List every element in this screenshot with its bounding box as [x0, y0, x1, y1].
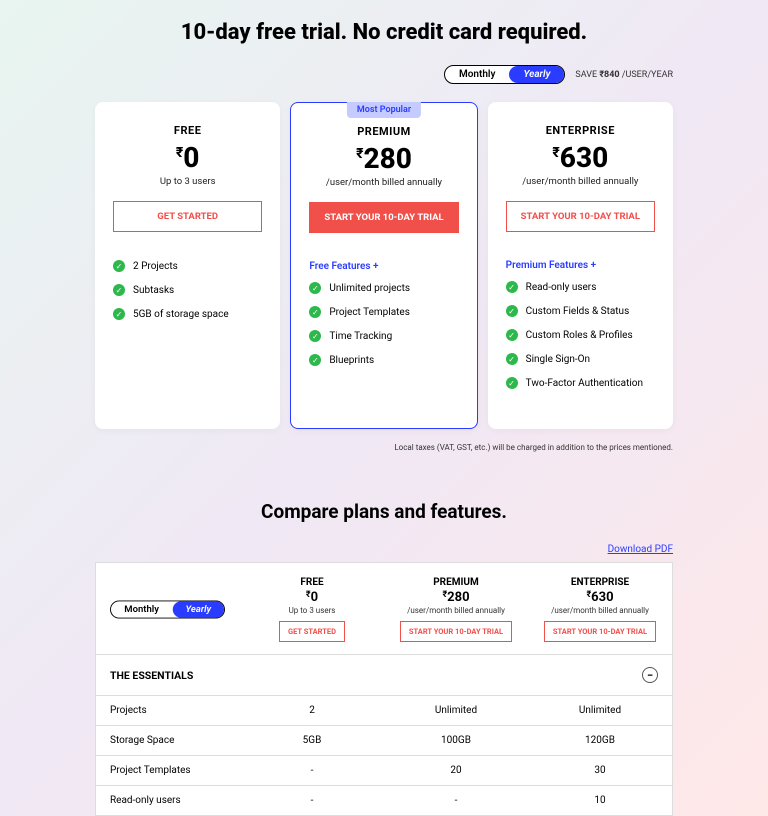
feature-item: ✓ Project Templates [309, 306, 458, 318]
toggle-monthly[interactable]: Monthly [111, 601, 172, 617]
plan-card-free: FREE ₹0 Up to 3 users GET STARTED ✓ 2 Pro… [95, 102, 280, 429]
table-cell: - [240, 756, 384, 785]
page-title: 10-day free trial. No credit card requir… [0, 20, 768, 45]
feature-item: ✓ Custom Roles & Profiles [506, 329, 655, 341]
table-cell: - [240, 786, 384, 815]
feature-item: ✓ Single Sign-On [506, 353, 655, 365]
table-cell: - [384, 786, 528, 815]
table-cell: Storage Space [96, 726, 240, 755]
check-icon: ✓ [506, 377, 518, 389]
check-icon: ✓ [113, 284, 125, 296]
plan-name: PREMIUM [309, 125, 458, 138]
save-label: SAVE ₹840 /USER/YEAR [575, 70, 673, 80]
compare-title: Compare plans and features. [0, 500, 768, 523]
plan-price: ₹630 [506, 141, 655, 174]
cmp-name: FREE [248, 577, 376, 588]
table-cell: 20 [384, 756, 528, 785]
feature-item: ✓ 2 Projects [113, 260, 262, 272]
table-cell: 120GB [528, 726, 672, 755]
table-cell: Unlimited [528, 696, 672, 725]
popular-badge: Most Popular [347, 102, 421, 118]
start-trial-button[interactable]: START YOUR 10-DAY TRIAL [309, 202, 458, 233]
table-row: Storage Space5GB100GB120GB [96, 726, 672, 756]
feature-item: ✓ Unlimited projects [309, 282, 458, 294]
get-started-button[interactable]: GET STARTED [279, 621, 345, 642]
start-trial-button[interactable]: START YOUR 10-DAY TRIAL [544, 621, 656, 642]
feature-item: ✓ Subtasks [113, 284, 262, 296]
check-icon: ✓ [506, 329, 518, 341]
feature-text: Blueprints [329, 355, 374, 366]
feature-text: Project Templates [329, 307, 410, 318]
section-label: THE ESSENTIALS [110, 669, 193, 682]
cmp-sub: /user/month billed annually [392, 606, 520, 615]
feature-item: ✓ Two-Factor Authentication [506, 377, 655, 389]
toggle-yearly[interactable]: Yearly [509, 66, 564, 83]
feature-text: Subtasks [133, 285, 174, 296]
feature-header: Free Features + [309, 261, 458, 272]
feature-text: Two-Factor Authentication [526, 378, 643, 389]
table-row: Projects2UnlimitedUnlimited [96, 696, 672, 726]
plan-price: ₹280 [309, 142, 458, 175]
feature-header: Premium Features + [506, 260, 655, 271]
feature-text: Unlimited projects [329, 283, 410, 294]
feature-item: ✓ Time Tracking [309, 330, 458, 342]
check-icon: ✓ [113, 260, 125, 272]
table-cell: Projects [96, 696, 240, 725]
check-icon: ✓ [506, 353, 518, 365]
table-cell: Project Templates [96, 756, 240, 785]
compare-billing-toggle[interactable]: Monthly Yearly [110, 600, 225, 618]
cmp-price: ₹280 [392, 590, 520, 605]
plan-sub: Up to 3 users [113, 176, 262, 187]
table-cell: 10 [528, 786, 672, 815]
cmp-sub: Up to 3 users [248, 606, 376, 615]
check-icon: ✓ [506, 305, 518, 317]
collapse-icon[interactable]: − [642, 667, 658, 683]
feature-text: Read-only users [526, 282, 597, 293]
plan-name: ENTERPRISE [506, 124, 655, 137]
check-icon: ✓ [309, 330, 321, 342]
feature-item: ✓ 5GB of storage space [113, 308, 262, 320]
check-icon: ✓ [113, 308, 125, 320]
start-trial-button[interactable]: START YOUR 10-DAY TRIAL [506, 201, 655, 232]
plan-price: ₹0 [113, 141, 262, 174]
table-cell: 100GB [384, 726, 528, 755]
feature-text: Custom Roles & Profiles [526, 330, 633, 341]
plan-sub: /user/month billed annually [506, 176, 655, 187]
feature-text: Single Sign-On [526, 354, 590, 365]
download-pdf-link[interactable]: Download PDF [608, 544, 673, 555]
table-cell: 2 [240, 696, 384, 725]
check-icon: ✓ [309, 306, 321, 318]
table-cell: Read-only users [96, 786, 240, 815]
billing-toggle[interactable]: Monthly Yearly [444, 65, 565, 84]
toggle-monthly[interactable]: Monthly [445, 66, 510, 83]
cmp-name: ENTERPRISE [536, 577, 664, 588]
table-row: Read-only users--10 [96, 786, 672, 816]
cmp-name: PREMIUM [392, 577, 520, 588]
feature-text: 5GB of storage space [133, 309, 229, 320]
table-cell: Unlimited [384, 696, 528, 725]
feature-text: Custom Fields & Status [526, 306, 630, 317]
cmp-price: ₹630 [536, 590, 664, 605]
cmp-price: ₹0 [248, 590, 376, 605]
cmp-sub: /user/month billed annually [536, 606, 664, 615]
plan-name: FREE [113, 124, 262, 137]
toggle-yearly[interactable]: Yearly [173, 601, 225, 617]
table-cell: 30 [528, 756, 672, 785]
tax-note: Local taxes (VAT, GST, etc.) will be cha… [0, 443, 768, 452]
feature-text: 2 Projects [133, 261, 178, 272]
plan-card-enterprise: ENTERPRISE ₹630 /user/month billed annua… [488, 102, 673, 429]
feature-text: Time Tracking [329, 331, 392, 342]
check-icon: ✓ [506, 281, 518, 293]
feature-item: ✓ Blueprints [309, 354, 458, 366]
get-started-button[interactable]: GET STARTED [113, 201, 262, 232]
feature-item: ✓ Read-only users [506, 281, 655, 293]
plan-card-premium: Most Popular PREMIUM ₹280 /user/month bi… [290, 102, 477, 429]
check-icon: ✓ [309, 354, 321, 366]
start-trial-button[interactable]: START YOUR 10-DAY TRIAL [400, 621, 512, 642]
feature-item: ✓ Custom Fields & Status [506, 305, 655, 317]
check-icon: ✓ [309, 282, 321, 294]
compare-table: Monthly Yearly FREE ₹0 Up to 3 users GET… [95, 562, 673, 816]
plan-sub: /user/month billed annually [309, 177, 458, 188]
table-cell: 5GB [240, 726, 384, 755]
